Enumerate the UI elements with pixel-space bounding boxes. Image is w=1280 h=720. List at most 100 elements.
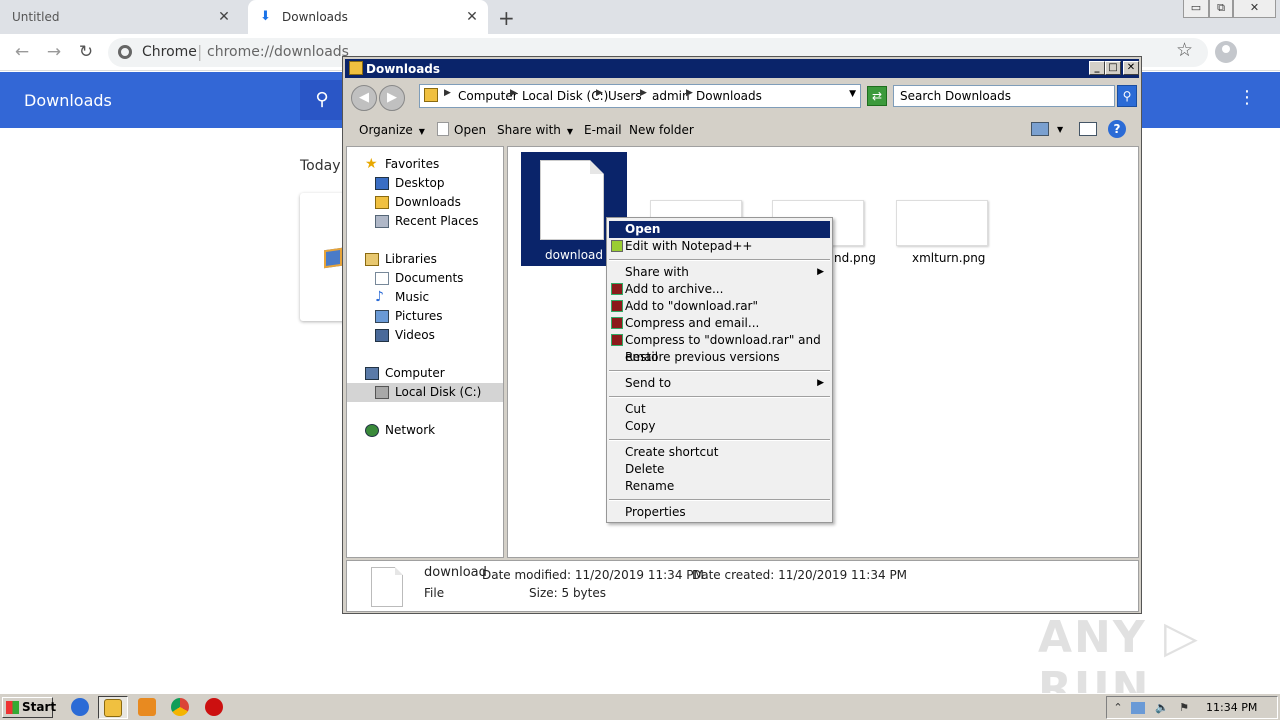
menu-item-create-shortcut[interactable]: Create shortcut (609, 444, 830, 461)
breadcrumb-arrow-icon[interactable]: ▶ (686, 88, 693, 98)
menu-label: Copy (625, 419, 656, 433)
preview-pane-icon[interactable] (1079, 122, 1097, 136)
nav-local-disk[interactable]: Local Disk (C:) (347, 383, 503, 402)
menu-item-send-to[interactable]: Send to ▶ (609, 375, 830, 392)
back-button[interactable]: ← (12, 42, 32, 62)
reload-button[interactable]: ↻ (76, 42, 96, 62)
breadcrumb-admin[interactable]: admin (652, 89, 690, 103)
file-name[interactable]: xmlturn.png (912, 251, 985, 265)
tab-untitled[interactable]: Untitled ✕ (0, 0, 240, 34)
details-date-created: Date created: 11/20/2019 11:34 PM (692, 568, 908, 582)
organize-button[interactable]: Organize ▼ (359, 123, 425, 137)
search-input[interactable]: Search Downloads (893, 85, 1115, 107)
taskbar-explorer-button[interactable] (98, 696, 128, 719)
alert-app-icon[interactable] (205, 698, 223, 716)
menu-label: Properties (625, 505, 686, 519)
maximize-button[interactable]: □ (1105, 61, 1121, 75)
menu-item-compress-email[interactable]: Compress and email... (609, 315, 830, 332)
new-tab-button[interactable]: + (498, 6, 515, 30)
nav-downloads[interactable]: Downloads (347, 193, 503, 212)
nav-music[interactable]: ♪ Music (347, 288, 503, 307)
open-button[interactable]: Open (454, 123, 486, 137)
search-icon[interactable]: ⚲ (1117, 85, 1137, 107)
help-icon[interactable]: ? (1108, 120, 1126, 138)
refresh-icon[interactable]: ⇄ (867, 86, 887, 106)
menu-item-properties[interactable]: Properties (609, 504, 830, 521)
email-button[interactable]: E-mail (584, 123, 622, 137)
breadcrumb-arrow-icon[interactable]: ▶ (510, 88, 517, 98)
minimize-window-button[interactable]: ▭ (1183, 0, 1209, 18)
nav-videos[interactable]: Videos (347, 326, 503, 345)
action-center-flag-icon[interactable]: ⚑ (1177, 702, 1191, 714)
explorer-back-button[interactable]: ◀ (351, 85, 377, 111)
explorer-forward-button[interactable]: ▶ (379, 85, 405, 111)
explorer-address-row: ◀ ▶ ▶ Computer ▶ Local Disk (C:) ▶ Users… (345, 80, 1139, 113)
breadcrumb-users[interactable]: Users (608, 89, 642, 103)
file-name[interactable]: nd.png (834, 251, 876, 265)
clock[interactable]: 11:34 PM (1206, 701, 1257, 714)
menu-item-add-rar[interactable]: Add to "download.rar" (609, 298, 830, 315)
address-dropdown-icon[interactable]: ▼ (849, 89, 856, 99)
explorer-address-bar[interactable]: ▶ Computer ▶ Local Disk (C:) ▶ Users ▶ a… (419, 84, 861, 108)
menu-label: Delete (625, 462, 665, 476)
nav-desktop[interactable]: Desktop (347, 174, 503, 193)
network-tray-icon[interactable] (1131, 702, 1145, 714)
page-title: Downloads (24, 91, 112, 110)
menu-label: Edit with Notepad++ (625, 239, 753, 253)
bookmark-star-icon[interactable]: ☆ (1176, 39, 1193, 61)
nav-recent-places[interactable]: Recent Places (347, 212, 503, 231)
breadcrumb-downloads[interactable]: Downloads (696, 89, 762, 103)
share-with-button[interactable]: Share with ▼ (497, 123, 573, 137)
menu-item-edit-notepadpp[interactable]: Edit with Notepad++ (609, 238, 830, 255)
breadcrumb-arrow-icon[interactable]: ▶ (640, 88, 647, 98)
more-menu-icon[interactable]: ⋮ (1238, 87, 1256, 108)
internet-explorer-icon[interactable] (71, 698, 89, 716)
view-icon[interactable] (1031, 122, 1049, 136)
minimize-button[interactable]: _ (1089, 61, 1105, 75)
submenu-arrow-icon: ▶ (817, 378, 824, 388)
media-player-icon[interactable] (138, 698, 156, 716)
tab-close-icon[interactable]: ✕ (464, 9, 480, 25)
nav-label: Documents (395, 271, 464, 285)
nav-computer[interactable]: Computer (347, 364, 503, 383)
close-button[interactable]: ✕ (1123, 61, 1139, 75)
nav-pictures[interactable]: Pictures (347, 307, 503, 326)
menu-item-restore[interactable]: Restore previous versions (609, 349, 830, 366)
breadcrumb-arrow-icon[interactable]: ▶ (596, 88, 603, 98)
chrome-icon[interactable] (171, 698, 189, 716)
nav-favorites[interactable]: ★ Favorites (347, 155, 503, 174)
file-item-xmlturn[interactable] (896, 200, 988, 246)
nav-libraries[interactable]: Libraries (347, 250, 503, 269)
breadcrumb-arrow-icon[interactable]: ▶ (444, 88, 451, 98)
explorer-titlebar[interactable]: Downloads _ □ ✕ (345, 59, 1139, 78)
new-folder-button[interactable]: New folder (629, 123, 694, 137)
tray-expand-icon[interactable]: ⌃ (1111, 702, 1125, 714)
details-size: Size: 5 bytes (529, 586, 606, 600)
view-dropdown-icon[interactable]: ▼ (1057, 125, 1063, 134)
start-button[interactable]: Start (2, 697, 56, 718)
breadcrumb-computer[interactable]: Computer (458, 89, 518, 103)
restore-window-button[interactable]: ⧉ (1209, 0, 1233, 18)
tab-downloads[interactable]: ⬇ Downloads ✕ (248, 0, 488, 34)
tab-title: Untitled (12, 10, 60, 24)
menu-item-share-with[interactable]: Share with ▶ (609, 264, 830, 281)
menu-item-delete[interactable]: Delete (609, 461, 830, 478)
volume-icon[interactable]: 🔈 (1155, 702, 1169, 714)
tab-close-icon[interactable]: ✕ (216, 9, 232, 25)
profile-avatar-icon[interactable] (1215, 41, 1237, 63)
close-window-button[interactable]: ✕ (1233, 0, 1276, 18)
menu-item-cut[interactable]: Cut (609, 401, 830, 418)
menu-item-open[interactable]: Open (609, 221, 830, 238)
menu-item-compress-rar-email[interactable]: Compress to "download.rar" and email (609, 332, 830, 364)
nav-documents[interactable]: Documents (347, 269, 503, 288)
menu-item-rename[interactable]: Rename (609, 478, 830, 495)
menu-item-add-archive[interactable]: Add to archive... (609, 281, 830, 298)
search-icon[interactable]: ⚲ (300, 80, 344, 120)
folder-icon (424, 88, 438, 102)
menu-item-copy[interactable]: Copy (609, 418, 830, 435)
browser-tabstrip: Untitled ✕ ⬇ Downloads ✕ + ▭ ⧉ ✕ (0, 0, 1280, 34)
nav-network[interactable]: Network (347, 421, 503, 440)
forward-button[interactable]: → (44, 42, 64, 62)
libraries-icon (365, 253, 379, 266)
downloads-folder-icon (375, 196, 389, 209)
